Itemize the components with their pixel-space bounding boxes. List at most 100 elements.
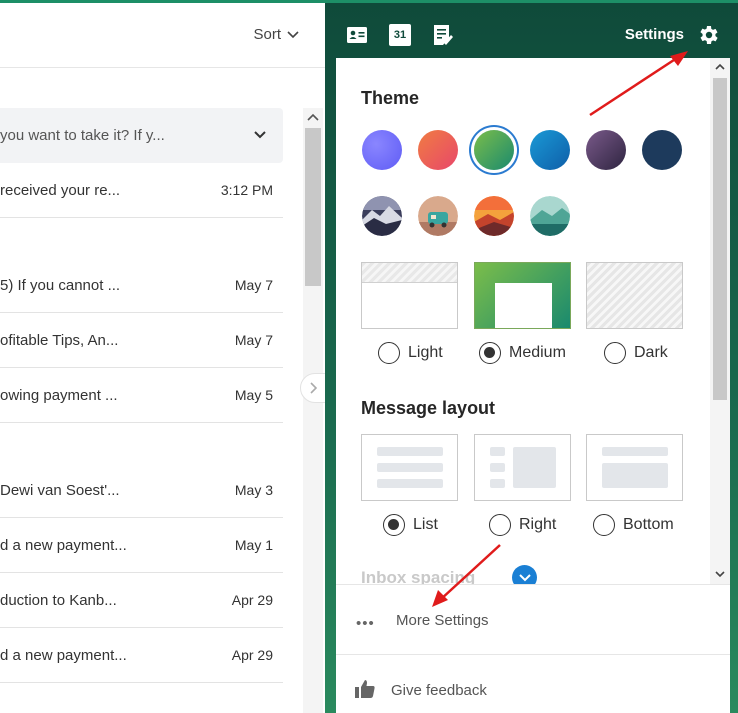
theme-mode-medium-label: Medium — [509, 344, 566, 361]
message-date: 3:12 PM — [220, 182, 273, 198]
calendar-icon[interactable]: 31 — [389, 24, 411, 46]
layout-list-radio[interactable]: List — [383, 514, 438, 536]
settings-label[interactable]: Settings — [625, 26, 684, 43]
message-subject: d a new payment... — [0, 646, 127, 664]
scrollbar-thumb[interactable] — [713, 78, 727, 400]
message-subject: received your re... — [0, 181, 121, 199]
chevron-down-icon — [287, 30, 299, 38]
gear-icon[interactable] — [696, 23, 720, 47]
table-row[interactable]: Dewi van Soest'... May 3 — [0, 463, 283, 518]
table-row[interactable]: d a new payment... May 1 — [0, 518, 283, 573]
message-date: May 5 — [234, 387, 273, 403]
message-date: May 7 — [234, 277, 273, 293]
notes-icon[interactable] — [432, 24, 454, 46]
more-dots-icon: ••• — [356, 615, 375, 632]
collapse-pane-button[interactable] — [300, 373, 326, 403]
thumbs-up-icon — [355, 680, 375, 698]
theme-mode-light-radio[interactable]: Light — [378, 342, 443, 364]
theme-swatch-green[interactable] — [474, 130, 514, 170]
radio-medium[interactable] — [479, 342, 501, 364]
message-subject: 5) If you cannot ... — [0, 276, 121, 294]
give-feedback-button[interactable]: Give feedback — [336, 655, 730, 713]
theme-mode-dark-preview[interactable] — [586, 262, 683, 329]
radio-list[interactable] — [383, 514, 405, 536]
contacts-icon[interactable] — [346, 24, 368, 46]
scroll-up-icon[interactable] — [307, 112, 319, 122]
layout-right-preview[interactable] — [474, 434, 571, 501]
table-row[interactable]: 5) If you cannot ... May 7 — [0, 258, 283, 313]
table-row[interactable]: duction to Kanb... Apr 29 — [0, 573, 283, 628]
preview-bar — [377, 447, 443, 456]
chevron-down-icon[interactable] — [253, 128, 267, 142]
message-list-toolbar: Sort — [0, 0, 325, 68]
theme-swatch-camper[interactable] — [418, 196, 458, 236]
message-date: May 1 — [234, 537, 273, 553]
theme-swatch-teal-hills[interactable] — [530, 196, 570, 236]
radio-dark[interactable] — [604, 342, 626, 364]
theme-mode-dark-radio[interactable]: Dark — [604, 342, 668, 364]
message-date: Apr 29 — [231, 592, 273, 608]
more-settings-label: More Settings — [396, 612, 489, 629]
message-subject: d a new payment... — [0, 536, 127, 554]
radio-bottom[interactable] — [593, 514, 615, 536]
theme-swatch-sunset[interactable] — [474, 196, 514, 236]
scrollbar-thumb[interactable] — [305, 128, 321, 286]
layout-right-label: Right — [519, 516, 557, 533]
settings-scrollbar[interactable] — [710, 58, 730, 584]
settings-panel: Theme Light Medium Dark Message layout L… — [336, 58, 730, 713]
message-date: May 3 — [234, 482, 273, 498]
message-list: you want to take it? If y... received yo… — [0, 68, 300, 713]
theme-swatch-purple[interactable] — [362, 130, 402, 170]
preview-bar — [602, 447, 668, 456]
theme-mode-medium-radio[interactable]: Medium — [479, 342, 566, 364]
preview-bar — [490, 479, 505, 488]
preview-bar — [490, 463, 505, 472]
message-list-pane: Sort you want to take it? If y... receiv… — [0, 0, 326, 713]
chevron-right-icon — [310, 382, 317, 394]
message-subject: Dewi van Soest'... — [0, 481, 120, 499]
radio-light[interactable] — [378, 342, 400, 364]
chevron-down-icon — [518, 573, 531, 581]
message-list-scrollbar[interactable] — [303, 108, 323, 713]
preview-bar — [377, 463, 443, 472]
theme-mode-medium-preview[interactable] — [474, 262, 571, 329]
settings-region: 31 Settings Theme Light Medium Dark Mess… — [325, 0, 738, 713]
theme-swatch-mountains[interactable] — [362, 196, 402, 236]
message-subject: ofitable Tips, An... — [0, 331, 119, 349]
theme-mode-light-preview[interactable] — [361, 262, 458, 329]
layout-bottom-label: Bottom — [623, 516, 674, 533]
theme-swatch-orange[interactable] — [418, 130, 458, 170]
app-window: Sort you want to take it? If y... receiv… — [0, 0, 738, 713]
table-row[interactable]: d a new payment... Apr 29 — [0, 628, 283, 683]
theme-swatch-blue[interactable] — [530, 130, 570, 170]
table-row[interactable]: received your re... 3:12 PM — [0, 163, 283, 218]
layout-list-label: List — [413, 516, 438, 533]
sort-button[interactable]: Sort — [253, 26, 299, 43]
message-date: Apr 29 — [231, 647, 273, 663]
table-row[interactable]: owing payment ... May 5 — [0, 368, 283, 423]
layout-right-radio[interactable]: Right — [489, 514, 556, 536]
preview-bar — [377, 479, 443, 488]
theme-heading: Theme — [361, 88, 420, 108]
scroll-up-icon[interactable] — [715, 63, 725, 71]
message-preview-row[interactable]: you want to take it? If y... — [0, 108, 283, 163]
give-feedback-label: Give feedback — [391, 682, 487, 699]
more-settings-button[interactable]: ••• More Settings — [336, 584, 730, 655]
table-row[interactable]: ofitable Tips, An... May 7 — [0, 313, 283, 368]
layout-bottom-preview[interactable] — [586, 434, 683, 501]
preview-bar — [490, 447, 505, 456]
theme-mode-dark-label: Dark — [634, 344, 668, 361]
message-subject: owing payment ... — [0, 386, 118, 404]
window-top-accent — [0, 0, 738, 3]
preview-reading-pane — [602, 463, 668, 488]
scroll-down-icon[interactable] — [715, 570, 725, 578]
radio-right[interactable] — [489, 514, 511, 536]
theme-mode-light-label: Light — [408, 344, 443, 361]
layout-list-preview[interactable] — [361, 434, 458, 501]
message-preview-text: you want to take it? If y... — [0, 127, 165, 144]
theme-swatch-plum[interactable] — [586, 130, 626, 170]
sort-label: Sort — [253, 26, 281, 43]
layout-bottom-radio[interactable]: Bottom — [593, 514, 674, 536]
theme-swatch-navy[interactable] — [642, 130, 682, 170]
calendar-day-label: 31 — [393, 29, 407, 41]
